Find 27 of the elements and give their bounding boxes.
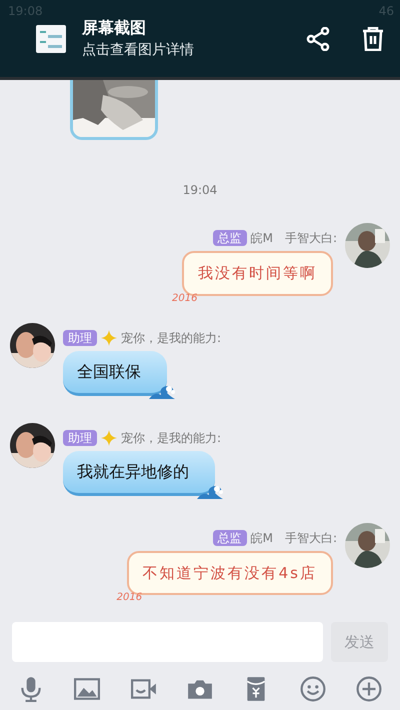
avatar[interactable] xyxy=(10,422,55,468)
plus-icon[interactable] xyxy=(356,676,382,702)
avatar[interactable] xyxy=(345,522,390,568)
stamp-label: 2016 xyxy=(116,593,142,603)
role-badge: 总监 xyxy=(212,230,247,246)
sender-name: 宠你，是我的能力: xyxy=(121,330,222,346)
trash-icon[interactable] xyxy=(362,26,384,50)
smiley-icon[interactable] xyxy=(300,676,326,702)
image-icon[interactable] xyxy=(74,676,100,702)
notification-title: 屏幕截图 xyxy=(82,17,147,39)
sender-name: 宠你，是我的能力: xyxy=(121,430,222,446)
message-bubble[interactable]: 全国联保 xyxy=(63,350,167,396)
role-badge: 总监 xyxy=(212,530,247,546)
avatar[interactable] xyxy=(10,322,55,368)
share-icon[interactable] xyxy=(306,26,330,50)
stamp-label: 2016 xyxy=(172,294,198,304)
role-badge: 助理 xyxy=(63,430,97,446)
screenshot-thumbnail xyxy=(36,24,66,52)
sender-name: 皖M 手智大白: xyxy=(250,230,337,247)
sender-name: 皖M 手智大白: xyxy=(250,530,337,546)
role-badge: 助理 xyxy=(63,330,97,346)
timestamp: 19:04 xyxy=(182,183,218,197)
avatar[interactable] xyxy=(345,223,390,268)
diamond-icon xyxy=(101,430,117,446)
notification-subtitle: 点击查看图片详情 xyxy=(82,41,195,60)
message-bubble[interactable]: 我就在异地修的 xyxy=(63,450,215,496)
diamond-icon xyxy=(101,330,117,346)
